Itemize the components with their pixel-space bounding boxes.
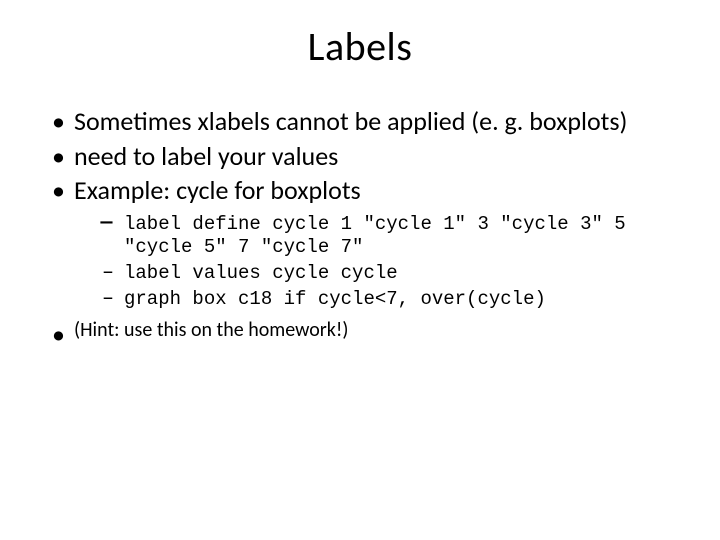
bullet-item: need to label your values [52,140,692,173]
code-text: label values cycle cycle [124,262,398,284]
bullet-item-hint: (Hint: use this on the homework!) [52,318,692,343]
slide: Labels Sometimes xlabels cannot be appli… [0,0,720,540]
code-list: label define cycle 1 "cycle 1" 3 "cycle … [74,213,692,312]
bullet-text: (Hint: use this on the homework!) [74,318,348,342]
slide-title: Labels [28,22,692,71]
bullet-text: Sometimes xlabels cannot be applied (e. … [74,105,627,137]
bullet-item: Example: cycle for boxplots label define… [52,174,692,312]
code-text: label define cycle 1 "cycle 1" 3 "cycle … [124,213,626,259]
code-text: graph box c18 if cycle<7, over(cycle) [124,288,546,310]
bullet-item: Sometimes xlabels cannot be applied (e. … [52,105,692,138]
code-line: graph box c18 if cycle<7, over(cycle) [102,288,692,312]
code-line: label values cycle cycle [102,262,692,286]
bullet-text: need to label your values [74,140,338,172]
bullet-list: Sometimes xlabels cannot be applied (e. … [28,105,692,343]
bullet-text: Example: cycle for boxplots [74,174,361,206]
code-line: label define cycle 1 "cycle 1" 3 "cycle … [102,213,692,261]
